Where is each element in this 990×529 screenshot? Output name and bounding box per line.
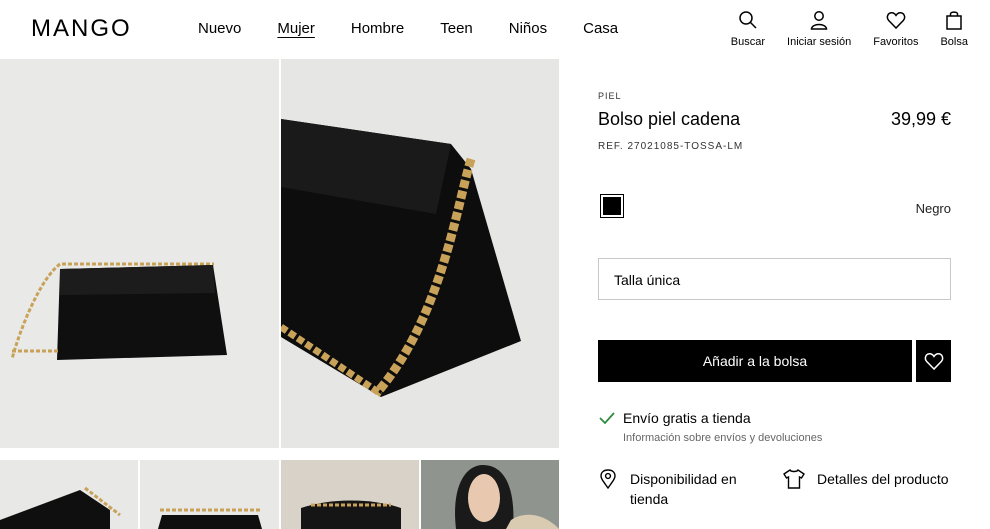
header-tools: Buscar Iniciar sesión Favoritos Bolsa <box>709 10 968 48</box>
bag-front-illustration <box>10 262 227 360</box>
product-details-button[interactable]: Detalles del producto <box>783 469 949 489</box>
heart-icon <box>886 12 906 30</box>
size-selector[interactable]: Talla única <box>598 258 951 300</box>
shipping-info-link[interactable]: Información sobre envíos y devoluciones <box>623 432 822 444</box>
search-label: Buscar <box>730 36 766 48</box>
store-availability-button[interactable]: Disponibilidad en tienda <box>599 469 760 509</box>
product-image-detail[interactable] <box>281 59 559 448</box>
favorites-button[interactable]: Favoritos <box>873 10 918 48</box>
shirt-icon <box>783 469 805 489</box>
bag-thumb-illustration <box>0 486 121 529</box>
product-image-thumb-3[interactable] <box>281 460 419 529</box>
nav-item-teen[interactable]: Teen <box>440 20 473 37</box>
product-image-model[interactable] <box>421 460 559 529</box>
nav-item-nuevo[interactable]: Nuevo <box>198 20 241 37</box>
bag-detail-illustration <box>281 119 521 397</box>
main-nav: Nuevo Mujer Hombre Teen Niños Casa <box>198 20 654 37</box>
selected-color-label: Negro <box>915 201 951 216</box>
product-name: Bolso piel cadena <box>598 109 741 129</box>
nav-item-hombre[interactable]: Hombre <box>351 20 404 37</box>
add-to-favorites-button[interactable] <box>916 340 951 382</box>
user-icon <box>810 11 828 30</box>
color-swatch-negro[interactable] <box>600 194 624 218</box>
free-shipping-title: Envío gratis a tienda <box>623 410 751 426</box>
login-label: Iniciar sesión <box>787 36 852 48</box>
product-price: 39,99 € <box>890 109 951 129</box>
nav-item-casa[interactable]: Casa <box>583 20 618 37</box>
favorites-label: Favoritos <box>873 36 919 48</box>
bag-thumb-illustration <box>301 500 401 529</box>
search-icon <box>739 11 757 29</box>
check-icon <box>599 412 615 425</box>
color-swatch-fill <box>603 197 621 215</box>
product-category: PIEL <box>598 91 622 101</box>
product-image-thumb-2[interactable] <box>140 460 279 529</box>
product-reference: REF. 27021085-TOSSA-LM <box>598 141 744 152</box>
product-image-front[interactable] <box>0 59 279 448</box>
store-availability-label: Disponibilidad en tienda <box>630 471 737 507</box>
login-button[interactable]: Iniciar sesión <box>787 10 851 48</box>
product-image-thumb-1[interactable] <box>0 460 138 529</box>
model-thumb-illustration <box>455 465 559 529</box>
nav-item-mujer[interactable]: Mujer <box>277 20 315 37</box>
search-button[interactable]: Buscar <box>731 10 765 48</box>
location-pin-icon <box>600 469 616 489</box>
shopping-bag-icon <box>946 11 962 30</box>
site-header: MANGO Nuevo Mujer Hombre Teen Niños Casa… <box>0 0 990 58</box>
product-details-label: Detalles del producto <box>817 471 949 487</box>
brand-logo[interactable]: MANGO <box>31 15 132 43</box>
bag-button[interactable]: Bolsa <box>940 10 968 48</box>
bag-label: Bolsa <box>940 36 968 48</box>
heart-icon <box>924 353 943 371</box>
nav-item-ninos[interactable]: Niños <box>509 20 547 37</box>
bag-thumb-illustration <box>158 508 262 529</box>
add-to-bag-button[interactable]: Añadir a la bolsa <box>598 340 912 382</box>
